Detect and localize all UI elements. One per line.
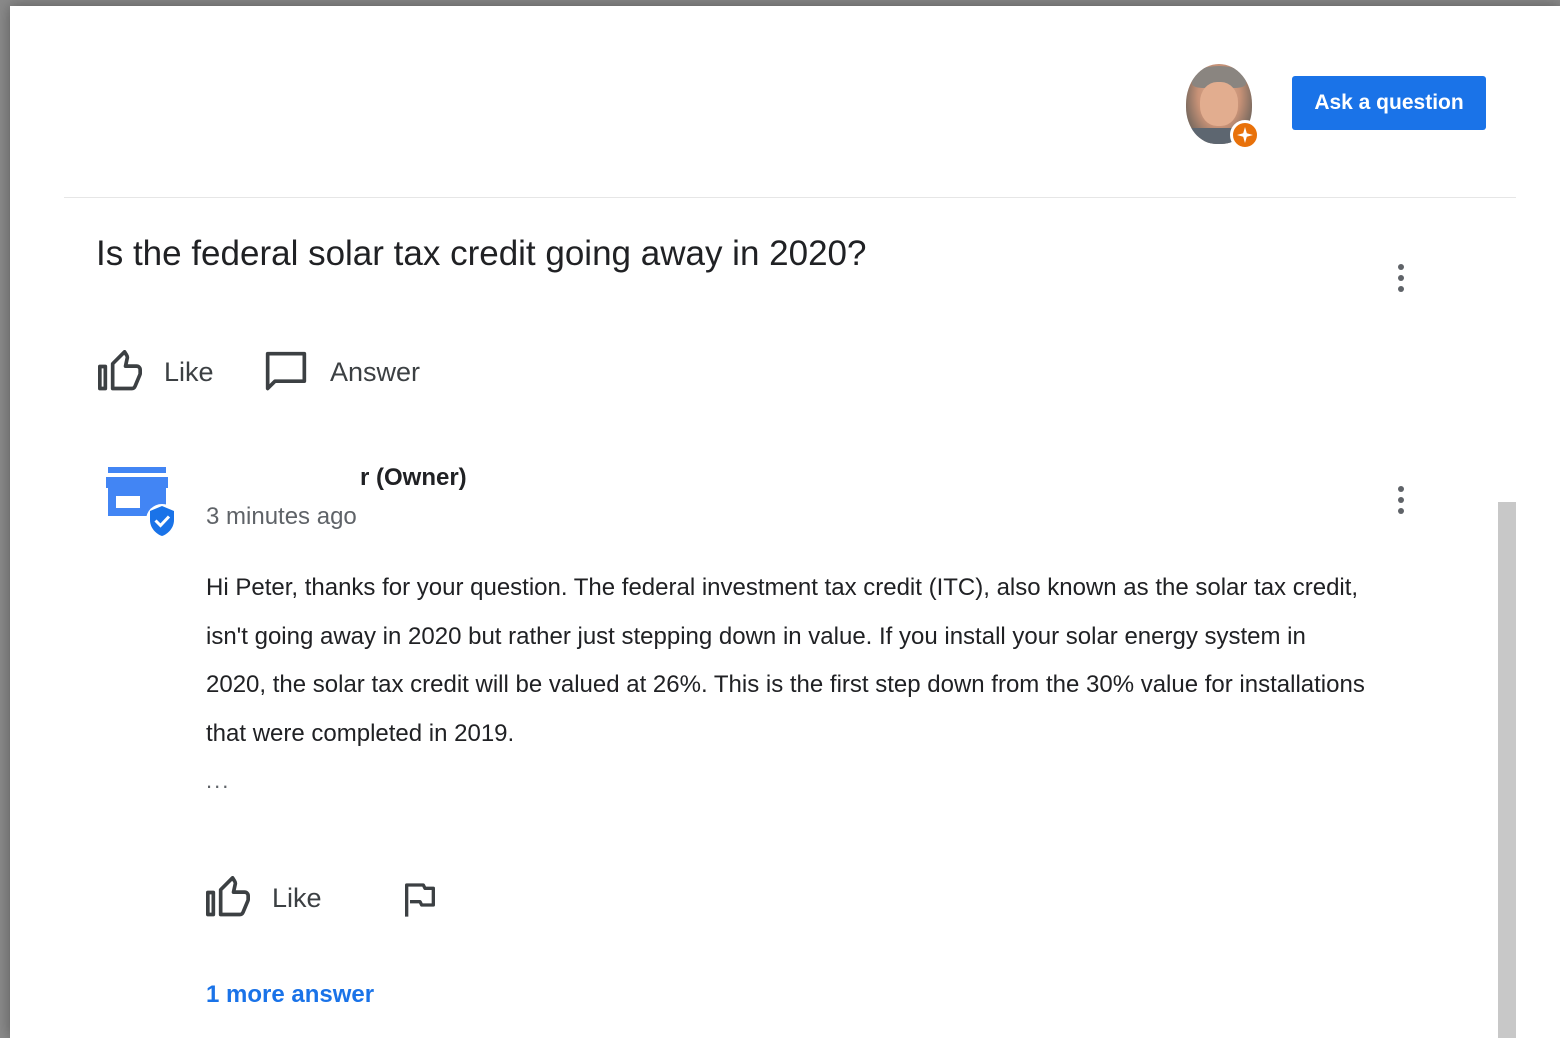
answer-timestamp: 3 minutes ago (206, 503, 357, 530)
more-answers-link[interactable]: 1 more answer (206, 981, 374, 1009)
header-divider (64, 197, 1516, 198)
question-title: Is the federal solar tax credit going aw… (96, 234, 867, 273)
verified-store-icon (106, 464, 182, 540)
question-like-button[interactable]: Like (98, 350, 214, 394)
answer-truncation: ... (206, 768, 231, 793)
question-more-options-icon[interactable] (1389, 258, 1413, 298)
comment-icon (265, 351, 307, 391)
qa-panel: Ask a question Is the federal solar tax … (10, 6, 1560, 1038)
question-like-label: Like (164, 356, 214, 387)
local-guide-star-icon (1230, 120, 1260, 150)
answer-author-name: r (Owner) (360, 464, 467, 491)
answer-like-button[interactable]: Like (206, 876, 322, 920)
thumbs-up-icon (98, 350, 142, 391)
thumbs-up-icon (206, 876, 250, 917)
question-answer-label: Answer (330, 356, 421, 387)
ask-question-button[interactable]: Ask a question (1292, 76, 1486, 130)
answer-like-label: Like (272, 882, 322, 913)
question-answer-button[interactable]: Answer (264, 350, 420, 394)
flag-icon[interactable] (400, 880, 440, 920)
answer-body: Hi Peter, thanks for your question. The … (206, 574, 1365, 747)
scrollbar[interactable] (1498, 502, 1516, 1038)
answer-more-options-icon[interactable] (1389, 480, 1413, 520)
user-avatar[interactable] (1186, 64, 1266, 152)
